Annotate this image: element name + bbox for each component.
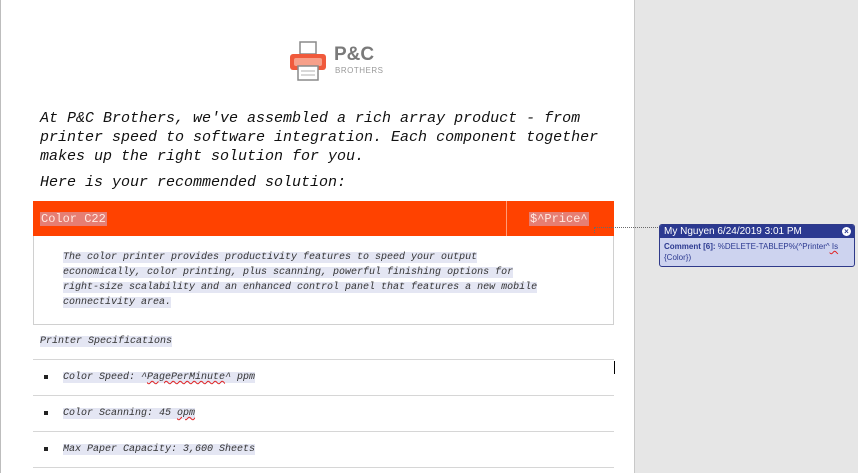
spec-item-color-speed[interactable]: Color Speed: ^PagePerMinute^ ppm xyxy=(63,372,256,383)
text-cursor xyxy=(614,361,615,374)
page-edge xyxy=(0,0,1,473)
description-line: economically, color printing, plus scann… xyxy=(63,267,514,278)
product-header-row[interactable]: Color C22 $^Price^ xyxy=(33,201,614,236)
comment-label: Comment [6]: xyxy=(664,242,716,251)
product-description-cell[interactable]: The color printer provides productivity … xyxy=(33,236,614,325)
description-line: The color printer provides productivity … xyxy=(63,252,478,263)
table-cell-divider xyxy=(506,201,507,236)
row-divider xyxy=(33,395,614,396)
bullet-icon xyxy=(44,447,48,451)
row-divider xyxy=(33,467,614,468)
bullet-icon xyxy=(44,375,48,379)
printer-icon xyxy=(290,41,326,81)
specifications-title[interactable]: Printer Specifications xyxy=(40,336,173,347)
description-line: connectivity area. xyxy=(63,297,172,308)
row-divider xyxy=(33,431,614,432)
spec-item-paper-capacity[interactable]: Max Paper Capacity: 3,600 Sheets xyxy=(63,444,256,455)
logo-subtitle: BROTHERS xyxy=(335,66,384,75)
company-logo: P&C BROTHERS xyxy=(288,40,388,86)
intro-line: printer speed to software integration. E… xyxy=(40,129,599,146)
comment-balloon[interactable]: My Nguyen 6/24/2019 3:01 PM × Comment [6… xyxy=(659,224,855,267)
spelling-flagged-word: opm xyxy=(177,408,196,419)
intro-line: makes up the right solution for you. xyxy=(40,148,365,165)
comment-author-date: My Nguyen 6/24/2019 3:01 PM xyxy=(664,226,802,237)
intro-paragraph[interactable]: At P&C Brothers, we've assembled a rich … xyxy=(40,109,620,166)
product-description: The color printer provides productivity … xyxy=(63,250,583,310)
logo-name: P&C xyxy=(334,44,375,65)
recommendation-heading[interactable]: Here is your recommended solution: xyxy=(40,174,346,191)
intro-line: At P&C Brothers, we've assembled a rich … xyxy=(40,110,581,127)
bullet-icon xyxy=(44,411,48,415)
description-line: right-size scalability and an enhanced c… xyxy=(63,282,538,293)
document-page[interactable]: P&C BROTHERS At P&C Brothers, we've asse… xyxy=(0,0,635,473)
comment-text[interactable]: Comment [6]: %DELETE-TABLEP%(^Printer^ I… xyxy=(660,238,854,263)
close-icon[interactable]: × xyxy=(842,227,851,236)
merge-field: PagePerMinute xyxy=(147,372,226,383)
comment-anchor-mark xyxy=(594,227,596,233)
comment-connector-line xyxy=(594,227,658,236)
product-price-field[interactable]: $^Price^ xyxy=(529,212,589,226)
spec-item-color-scanning[interactable]: Color Scanning: 45 opm xyxy=(63,408,196,419)
row-divider xyxy=(33,359,614,360)
product-name[interactable]: Color C22 xyxy=(40,212,107,226)
comment-header: My Nguyen 6/24/2019 3:01 PM × xyxy=(660,225,854,238)
